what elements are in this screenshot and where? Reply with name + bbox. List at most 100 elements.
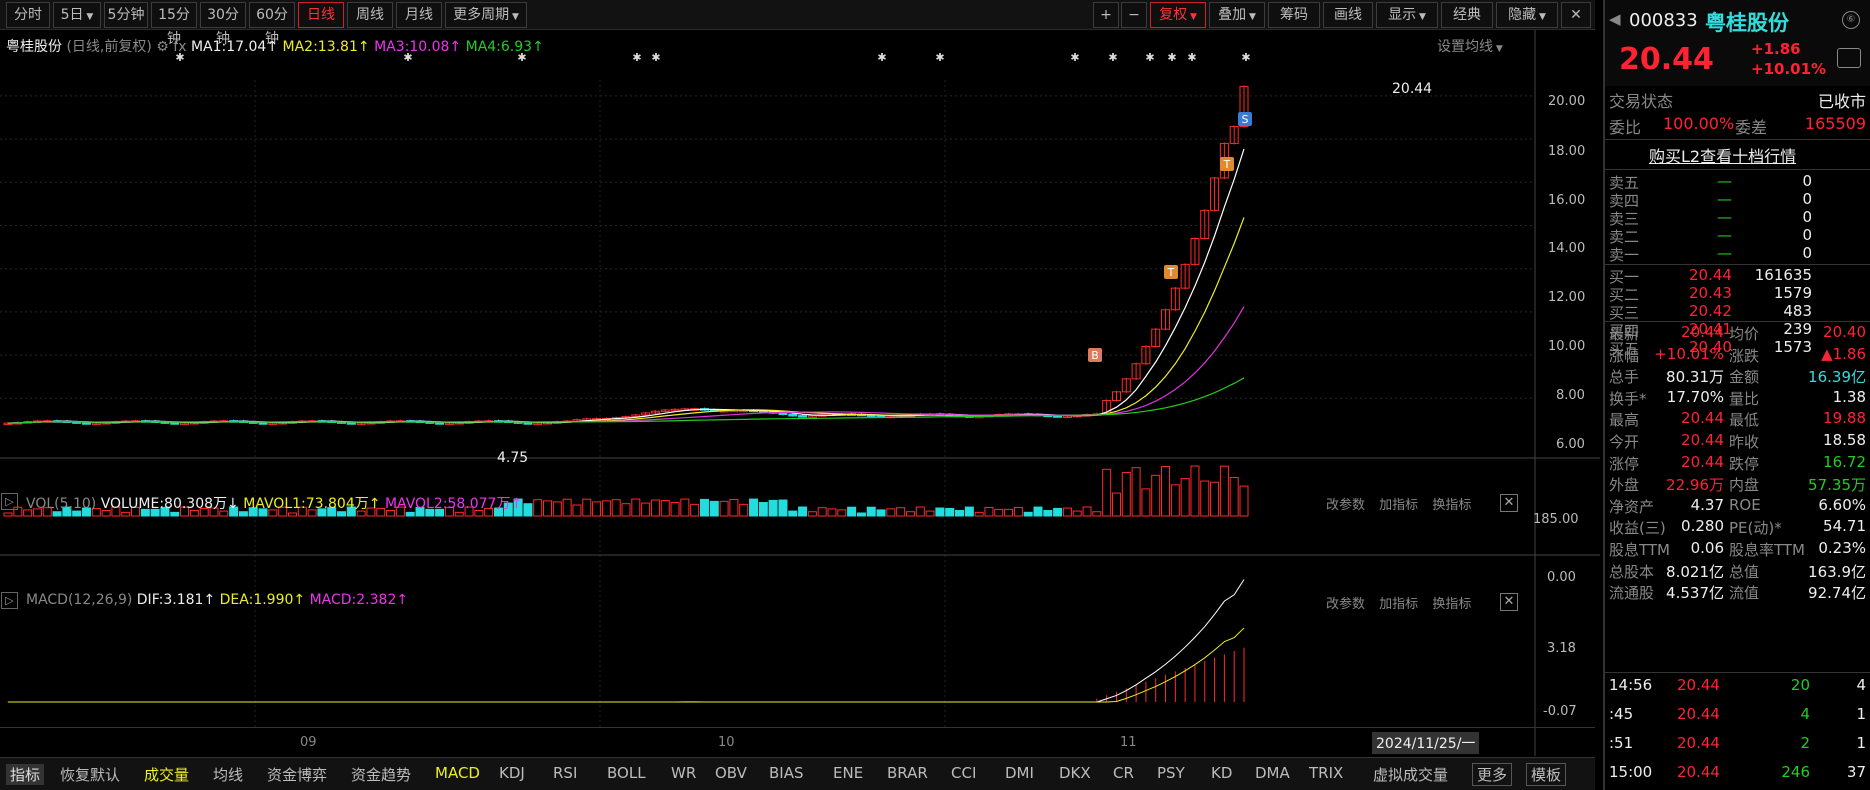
indicator-tab[interactable]: WR	[671, 764, 696, 782]
event-marker-icon: ✱	[651, 51, 660, 64]
indicator-tab[interactable]: OBV	[715, 764, 747, 782]
indicator-tab[interactable]: BRAR	[887, 764, 928, 782]
arrow-down-icon: ↓	[227, 496, 239, 512]
ask-label: 卖一	[1609, 246, 1640, 264]
tab-5day[interactable]: 5日 ▼	[53, 2, 101, 28]
hide-button[interactable]: 隐藏 ▼	[1496, 2, 1558, 28]
tab-monthly[interactable]: 月线	[396, 2, 442, 28]
switch-indicator-button[interactable]: 换指标	[1432, 597, 1471, 612]
edit-params-button[interactable]: 改参数	[1326, 597, 1365, 612]
indicator-tab[interactable]: 资金趋势	[351, 764, 411, 785]
tab-30min[interactable]: 30分钟	[200, 2, 246, 47]
tab-daily[interactable]: 日线	[298, 2, 344, 28]
stat-value: 19.88	[1823, 409, 1866, 428]
tab-5min[interactable]: 5分钟	[104, 2, 148, 28]
tick-volume: 4	[1800, 705, 1810, 723]
volume-bar	[935, 507, 945, 517]
indicator-tab[interactable]: 资金博弈	[267, 764, 327, 785]
zoom-out-button[interactable]: −	[1121, 2, 1147, 28]
quote-panel: ◀ 000833 粤桂股份 ⑥ 20.44 +1.86 +10.01% 交易状态…	[1603, 0, 1870, 790]
volume-bar	[876, 509, 886, 517]
tick-volume: 20	[1790, 676, 1810, 694]
info-icon[interactable]: ⑥	[1842, 11, 1860, 29]
mavol1-value: MAVOL1:73.804万	[243, 496, 369, 512]
indicator-tab[interactable]: PSY	[1157, 764, 1185, 782]
indicator-tab[interactable]: CR	[1113, 764, 1134, 782]
chip-button[interactable]: 筹码	[1268, 2, 1320, 28]
classic-button[interactable]: 经典	[1441, 2, 1493, 28]
volume-bar	[827, 508, 837, 517]
tab-more-periods[interactable]: 更多周期 ▼	[445, 2, 527, 28]
indicator-tab[interactable]: MACD	[435, 764, 480, 782]
indicator-tab[interactable]: DMA	[1255, 764, 1290, 782]
adjust-label: 复权	[1159, 7, 1188, 23]
edit-params-button[interactable]: 改参数	[1326, 498, 1365, 513]
indicator-tab[interactable]: 成交量	[144, 764, 189, 785]
volume-bar	[974, 511, 984, 517]
l2-link[interactable]: 购买L2查看十档行情	[1605, 141, 1870, 167]
ask-volume: 0	[1802, 208, 1812, 226]
tab-weekly[interactable]: 周线	[347, 2, 393, 28]
adjust-button[interactable]: 复权 ▼	[1150, 2, 1206, 28]
close-icon[interactable]: ✕	[1500, 593, 1518, 611]
indicator-tab[interactable]: 恢复默认	[60, 764, 120, 785]
indicator-tab[interactable]: CCI	[951, 764, 976, 782]
event-marker-icon: ✱	[632, 51, 641, 64]
ma-line	[7, 306, 1245, 424]
indicator-tab[interactable]: TRIX	[1309, 764, 1343, 782]
volume-bar	[866, 506, 876, 517]
candle-body	[346, 422, 356, 425]
indicator-tab[interactable]: KD	[1211, 764, 1232, 782]
indicator-tab[interactable]: KDJ	[499, 764, 525, 782]
overlay-button[interactable]: 叠加 ▼	[1209, 2, 1265, 28]
panel-toggle-icon[interactable]: ▷	[1, 592, 18, 609]
date-tick: 09	[300, 735, 317, 750]
add-indicator-button[interactable]: 加指标	[1379, 597, 1418, 612]
event-marker-icon: ✱	[175, 51, 184, 64]
volume-bar	[1013, 506, 1023, 517]
volume-bar	[3, 512, 13, 517]
indicator-tab[interactable]: 均线	[213, 764, 243, 785]
indicator-tab[interactable]: BOLL	[607, 764, 646, 782]
add-indicator-button[interactable]: 加指标	[1379, 498, 1418, 513]
close-icon[interactable]: ✕	[1500, 494, 1518, 512]
indicator-tab[interactable]: DKX	[1059, 764, 1091, 782]
tab-60min[interactable]: 60分钟	[249, 2, 295, 47]
panel-toggle-icon[interactable]: ▷	[1, 493, 18, 510]
stat-label: 涨幅	[1609, 346, 1640, 365]
zoom-in-button[interactable]: +	[1093, 2, 1119, 28]
price-tick: 8.00	[1556, 388, 1585, 403]
draw-button[interactable]: 画线	[1323, 2, 1373, 28]
kline-chart[interactable]: ✱ ✱ ✱ ✱ ✱ ✱ ✱ ✱ ✱ ✱ ✱ ✱ ✱ B T T S	[0, 30, 1600, 756]
l2-link-label[interactable]: 购买L2查看十档行情	[1649, 143, 1796, 167]
stat-value: 54.71	[1823, 517, 1866, 536]
indicator-tab[interactable]: 更多	[1472, 763, 1513, 786]
display-button[interactable]: 显示 ▼	[1376, 2, 1438, 28]
tab-15min[interactable]: 15分钟	[151, 2, 197, 47]
stat-value: 163.9亿	[1808, 562, 1866, 581]
stat-label: 收益(三)	[1609, 519, 1666, 538]
fullscreen-icon[interactable]	[1837, 48, 1861, 68]
candle-body	[523, 422, 533, 425]
stat-label: 内盘	[1729, 476, 1760, 495]
switch-indicator-button[interactable]: 换指标	[1432, 498, 1471, 513]
stat-label: ROE	[1729, 495, 1761, 514]
indicator-tab[interactable]: RSI	[553, 764, 577, 782]
volume-bar	[1092, 511, 1102, 517]
close-icon[interactable]: ✕	[1561, 2, 1591, 28]
chevron-left-icon[interactable]: ◀	[1609, 10, 1621, 28]
volume-bar	[994, 508, 1004, 517]
indicator-tab[interactable]: 虚拟成交量	[1373, 764, 1448, 785]
volume-bar	[641, 502, 651, 517]
indicator-tab[interactable]: 指标	[6, 764, 45, 785]
indicator-tab[interactable]: ENE	[833, 764, 863, 782]
price-change-pct: +10.01%	[1751, 60, 1827, 78]
stat-value: 6.60%	[1818, 495, 1866, 514]
volume-bar	[719, 500, 729, 517]
indicator-tab[interactable]: DMI	[1005, 764, 1034, 782]
indicator-tab[interactable]: 模板	[1526, 763, 1567, 786]
tab-fenshi[interactable]: 分时	[6, 2, 50, 28]
tick-volume: 2	[1800, 734, 1810, 752]
indicator-tab[interactable]: BIAS	[769, 764, 804, 782]
vol-legend: VOL(5,10) VOLUME:80.308万↓ MAVOL1:73.804万…	[26, 493, 522, 513]
